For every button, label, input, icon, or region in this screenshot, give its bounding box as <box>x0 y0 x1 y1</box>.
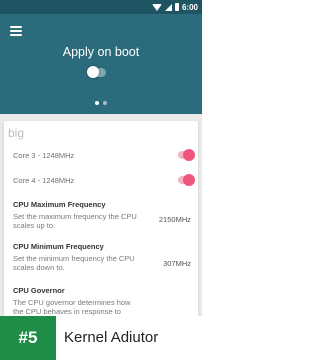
page-title: Apply on boot <box>62 45 140 59</box>
core-3-switch[interactable] <box>178 149 195 161</box>
setting-title: CPU Maximum Frequency <box>13 200 106 209</box>
core-3-label: Core 3 - 1248MHz <box>13 150 75 160</box>
app-screen: 6:00 Apply on boot big Core 3 - 1248MHz … <box>0 0 202 360</box>
cpu-governor-setting[interactable]: CPU Governor The CPU governor determines… <box>13 286 191 316</box>
status-icons: 6:00 <box>151 1 198 13</box>
header: Apply on boot <box>0 14 202 114</box>
wifi-icon <box>151 3 162 11</box>
settings-card: big Core 3 - 1248MHz Core 4 - 1248MHz CP… <box>4 121 198 341</box>
battery-icon <box>174 3 179 11</box>
setting-title: CPU Governor <box>13 286 65 295</box>
core-4-switch[interactable] <box>178 174 195 186</box>
status-time: 6:00 <box>181 2 198 12</box>
status-bar: 6:00 <box>0 0 202 14</box>
app-rank-banner: #5 Kernel Adiutor <box>0 316 202 360</box>
setting-description: Set the maximum frequency the CPU scales… <box>13 212 137 230</box>
setting-value: 307MHz <box>163 259 191 268</box>
setting-title: CPU Minimum Frequency <box>13 242 104 251</box>
core-4-label: Core 4 - 1248MHz <box>13 175 75 185</box>
setting-description: The CPU governor determines how the CPU … <box>13 298 131 316</box>
core-4-toggle-row[interactable]: Core 4 - 1248MHz <box>13 173 195 187</box>
page-dot[interactable] <box>103 101 107 105</box>
cpu-min-frequency-setting[interactable]: CPU Minimum Frequency Set the minimum fr… <box>13 242 191 272</box>
app-name[interactable]: Kernel Adiutor <box>64 329 158 346</box>
cpu-max-frequency-setting[interactable]: CPU Maximum Frequency Set the maximum fr… <box>13 200 191 230</box>
menu-icon[interactable] <box>10 26 22 36</box>
section-title: big <box>8 126 25 140</box>
setting-value: 2150MHz <box>158 215 191 224</box>
apply-on-boot-switch[interactable] <box>87 66 106 78</box>
setting-description: Set the minimum frequency the CPU scales… <box>13 254 135 272</box>
rank-badge: #5 <box>0 316 56 360</box>
page-dot-active[interactable] <box>95 101 99 105</box>
core-3-toggle-row[interactable]: Core 3 - 1248MHz <box>13 148 195 162</box>
page-indicator <box>0 101 202 105</box>
signal-icon <box>164 3 172 11</box>
switch-knob <box>87 66 99 78</box>
